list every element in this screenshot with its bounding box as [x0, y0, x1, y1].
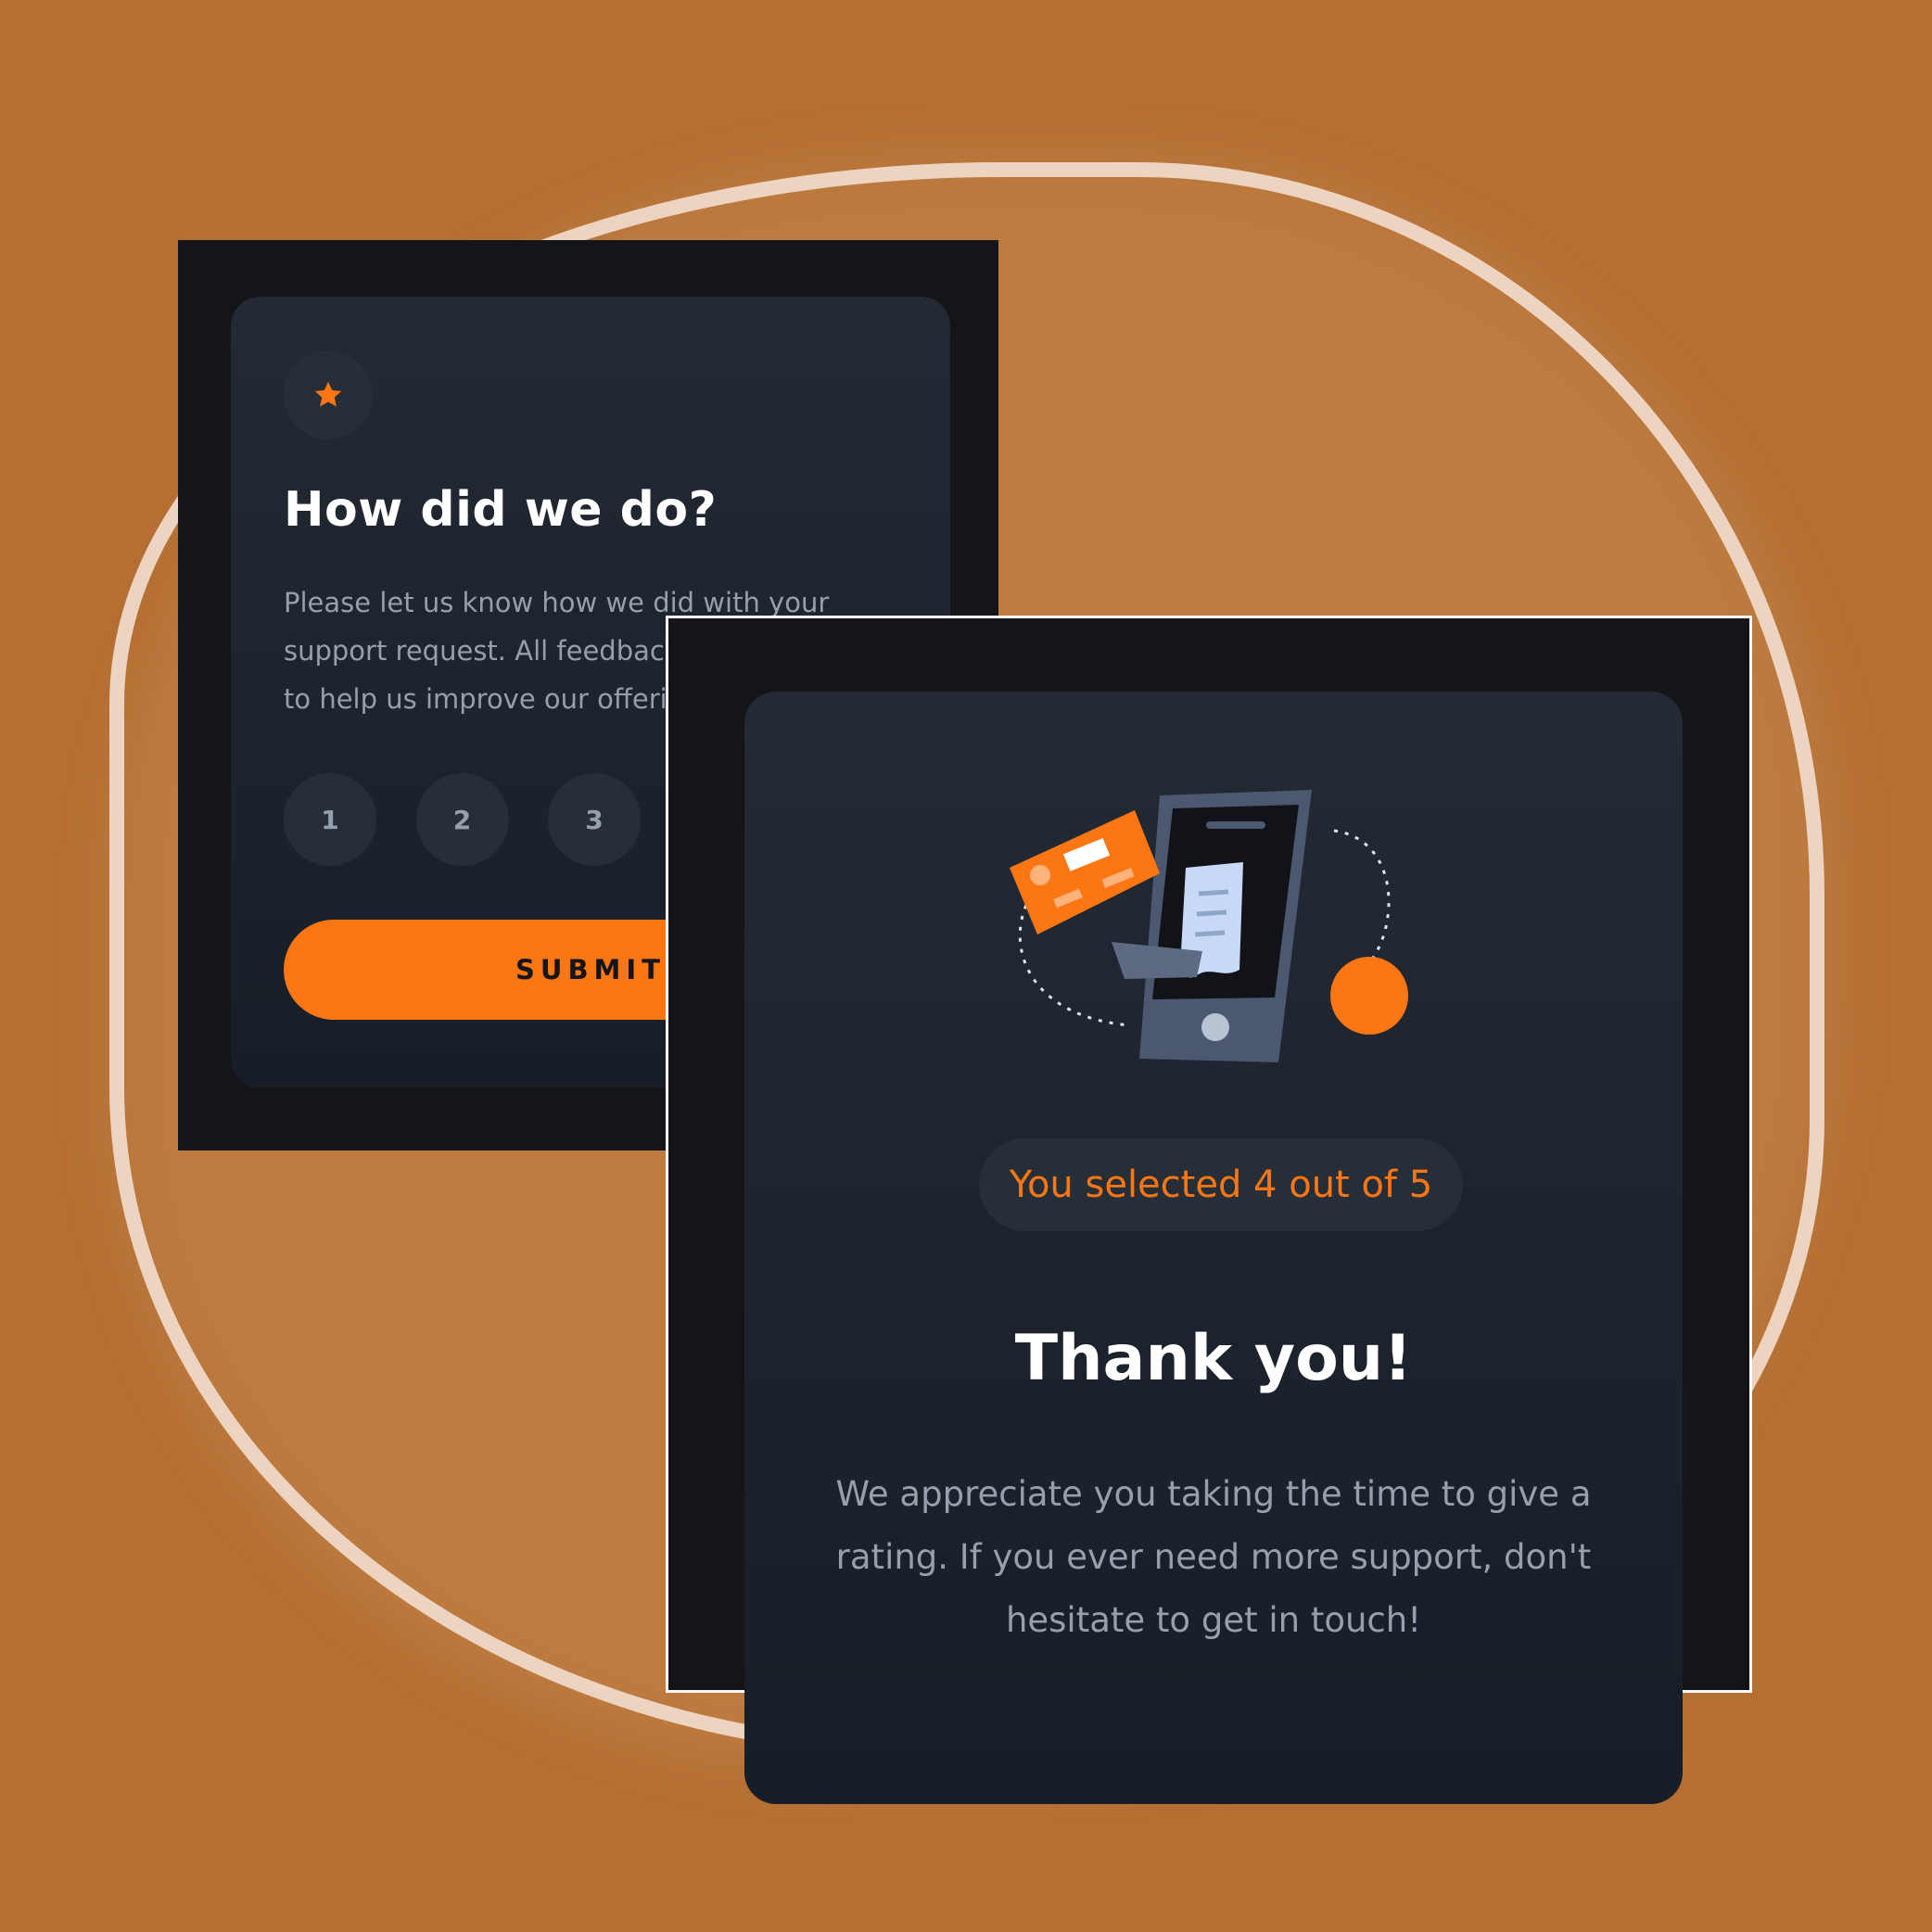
rating-button-3[interactable]: 3: [548, 773, 641, 866]
thank-you-title: Thank you!: [1014, 1322, 1413, 1395]
thank-you-screen: You selected 4 out of 5 Thank you! We ap…: [666, 616, 1752, 1804]
selected-rating-badge: You selected 4 out of 5: [979, 1138, 1463, 1231]
thank-you-description: We appreciate you taking the time to giv…: [835, 1474, 1592, 1640]
payment-phone-illustration: [1010, 790, 1408, 1062]
thank-you-card: You selected 4 out of 5 Thank you! We ap…: [744, 692, 1683, 1804]
rating-button-2[interactable]: 2: [415, 773, 509, 866]
rating-title: How did we do?: [284, 482, 718, 538]
star-badge: [284, 350, 373, 439]
star-icon: [314, 381, 342, 407]
rating-button-1[interactable]: 1: [284, 773, 376, 866]
